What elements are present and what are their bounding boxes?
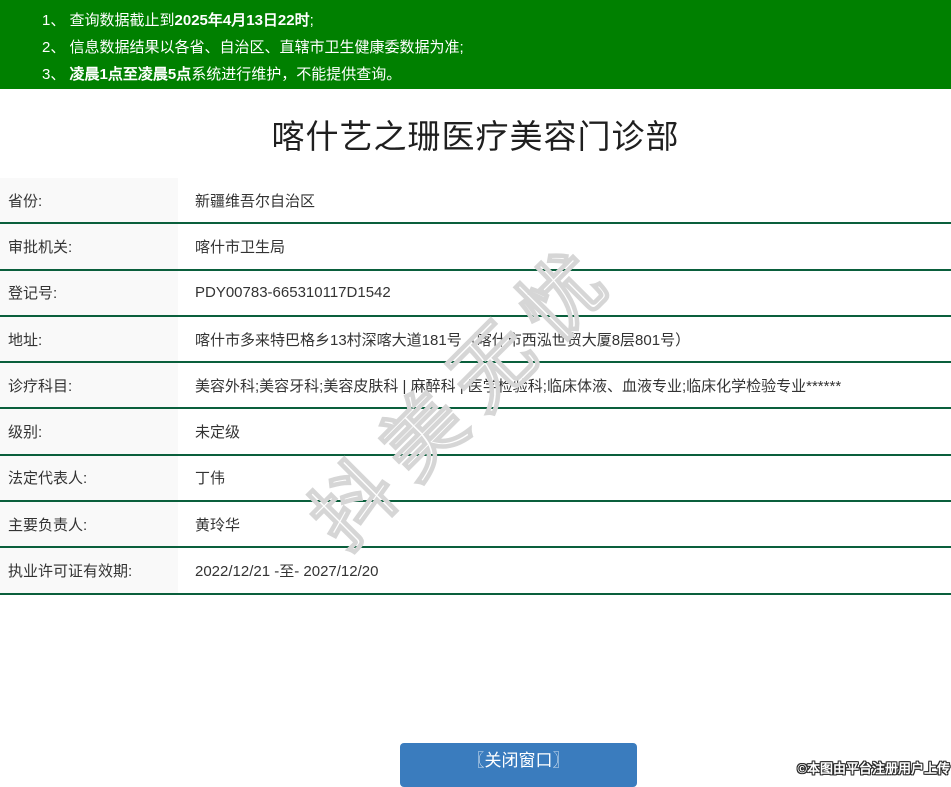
- notice-bar: 1、 查询数据截止到2025年4月13日22时; 2、 信息数据结果以各省、自治区…: [0, 0, 951, 89]
- field-label: 法定代表人:: [0, 456, 178, 500]
- table-row: 地址:喀什市多来特巴格乡13村深喀大道181号（喀什市西泓世贸大厦8层801号）: [0, 317, 951, 363]
- notice-list: 1、 查询数据截止到2025年4月13日22时; 2、 信息数据结果以各省、自治区…: [0, 0, 951, 88]
- field-value: 喀什市多来特巴格乡13村深喀大道181号（喀什市西泓世贸大厦8层801号）: [178, 317, 951, 361]
- table-row: 省份:新疆维吾尔自治区: [0, 178, 951, 224]
- query-result-page: 1、 查询数据截止到2025年4月13日22时; 2、 信息数据结果以各省、自治区…: [0, 0, 951, 775]
- notice-line: 2、 信息数据结果以各省、自治区、直辖市卫生健康委数据为准;: [42, 34, 951, 61]
- notice-segment: 3、: [42, 66, 70, 83]
- field-value: 新疆维吾尔自治区: [178, 178, 951, 222]
- table-row: 主要负责人:黄玲华: [0, 502, 951, 548]
- field-label: 省份:: [0, 178, 178, 222]
- table-row: 审批机关:喀什市卫生局: [0, 224, 951, 270]
- field-label: 执业许可证有效期:: [0, 548, 178, 592]
- table-row: 法定代表人:丁伟: [0, 456, 951, 502]
- field-label: 登记号:: [0, 271, 178, 315]
- title-area: 喀什艺之珊医疗美容门诊部: [0, 89, 951, 178]
- notice-segment: 1、 查询数据截止到: [42, 12, 175, 29]
- table-row: 级别:未定级: [0, 409, 951, 455]
- field-value: 丁伟: [178, 456, 951, 500]
- table-row: 诊疗科目:美容外科;美容牙科;美容皮肤科 | 麻醉科 | 医学检验科;临床体液、…: [0, 363, 951, 409]
- field-label: 地址:: [0, 317, 178, 361]
- upload-stamp-note: ©本图由平台注册用户上传: [797, 758, 950, 777]
- notice-segment: 系统进行维护，不能提供查询。: [191, 66, 401, 83]
- field-label: 审批机关:: [0, 224, 178, 268]
- notice-line: 1、 查询数据截止到2025年4月13日22时;: [42, 7, 951, 34]
- field-value: 黄玲华: [178, 502, 951, 546]
- institution-title: 喀什艺之珊医疗美容门诊部: [272, 110, 680, 158]
- notice-segment: 2025年4月13日22时: [175, 12, 310, 29]
- field-label: 级别:: [0, 409, 178, 453]
- close-window-button[interactable]: 〖关闭窗口〗: [400, 743, 637, 787]
- info-table: 省份:新疆维吾尔自治区审批机关:喀什市卫生局登记号:PDY00783-66531…: [0, 178, 951, 595]
- notice-segment: ;: [310, 12, 314, 29]
- field-value: 喀什市卫生局: [178, 224, 951, 268]
- field-value: 2022/12/21 -至- 2027/12/20: [178, 548, 951, 592]
- table-row: 登记号:PDY00783-665310117D1542: [0, 271, 951, 317]
- notice-line: 3、 凌晨1点至凌晨5点系统进行维护，不能提供查询。: [42, 61, 951, 88]
- field-value: 美容外科;美容牙科;美容皮肤科 | 麻醉科 | 医学检验科;临床体液、血液专业;…: [178, 363, 951, 407]
- field-value: PDY00783-665310117D1542: [178, 271, 951, 315]
- table-row: 执业许可证有效期:2022/12/21 -至- 2027/12/20: [0, 548, 951, 594]
- field-label: 诊疗科目:: [0, 363, 178, 407]
- field-value: 未定级: [178, 409, 951, 453]
- notice-segment: 凌晨1点至凌晨5点: [70, 66, 192, 83]
- field-label: 主要负责人:: [0, 502, 178, 546]
- notice-segment: 2、 信息数据结果以各省、自治区、直辖市卫生健康委数据为准;: [42, 39, 464, 56]
